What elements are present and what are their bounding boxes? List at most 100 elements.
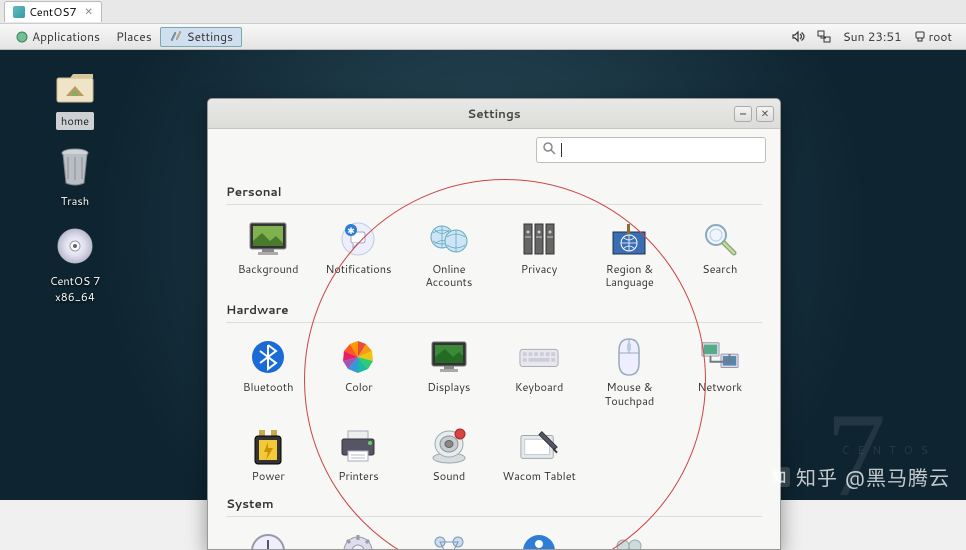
desktop-disc[interactable]: CentOS 7 x86_64 [30,224,120,306]
disc-icon [53,224,97,268]
settings-privacy[interactable]: Privacy [497,215,581,293]
settings-keyboard[interactable]: Keyboard [497,333,581,411]
wallpaper-text: CENTOS [842,442,936,458]
settings-printers[interactable]: Printers [316,422,400,487]
settings-item-label: Region & Language [589,263,669,289]
titlebar[interactable]: Settings – ✕ [208,99,780,129]
printers-icon [338,426,378,466]
section-personal-title: Personal [226,183,762,200]
search-icon [700,219,740,259]
svg-text:✱: ✱ [348,224,356,237]
network-indicator[interactable] [811,30,837,43]
settings-item[interactable] [497,527,581,549]
close-button[interactable]: ✕ [756,106,774,122]
user-indicator[interactable]: root [908,28,958,45]
minimize-button[interactable]: – [734,106,752,122]
sound-icon [429,426,469,466]
color-icon [338,337,378,377]
desktop-trash-label: Trash [56,192,94,210]
keyboard-icon [519,337,559,377]
settings-item[interactable] [316,527,400,549]
background-icon [248,219,288,259]
settings-wacom[interactable]: Wacom Tablet [497,422,581,487]
divider [226,204,762,205]
privacy-icon [519,219,559,259]
settings-sound[interactable]: Sound [407,422,491,487]
watermark: 知 知乎 @黑马腾云 [770,462,950,492]
user-icon [914,31,926,43]
settings-item-label: Background [238,263,299,276]
host-tab-centos[interactable]: CentOS7 ✕ [4,1,102,22]
settings-search[interactable]: Search [678,215,762,293]
close-icon[interactable]: ✕ [85,5,93,19]
displays-icon [429,337,469,377]
top-panel: Applications Places Settings Sun 23:51 r… [0,24,966,50]
bluetooth-icon [248,337,288,377]
settings-online-accounts[interactable]: Online Accounts [407,215,491,293]
settings-background[interactable]: Background [226,215,310,293]
vm-icon [13,6,25,18]
places-menu[interactable]: Places [108,28,160,45]
settings-notifications[interactable]: ✱ Notifications [316,215,400,293]
desktop-trash[interactable]: Trash [30,144,120,210]
wacom-icon [519,426,559,466]
volume-icon [792,30,805,43]
settings-app-icon [169,28,183,46]
activities-icon [16,31,28,43]
applications-label: Applications [32,28,100,45]
settings-item[interactable] [407,527,491,549]
settings-item-label: Notifications [326,263,392,276]
active-app-menu[interactable]: Settings [160,27,242,47]
user-label: root [929,28,952,45]
settings-item-label: Privacy [521,263,557,276]
settings-item-label: Network [698,381,743,394]
settings-power[interactable]: Power [226,422,310,487]
settings-item-label: Bluetooth [243,381,294,394]
applications-menu[interactable]: Applications [8,28,108,45]
settings-content: Personal Background ✱ Notifications Online … [208,171,780,549]
settings-window: Settings – ✕ Personal Background ✱ Notific… [207,98,781,550]
settings-item-label: Wacom Tablet [503,470,576,483]
settings-item[interactable] [587,527,671,549]
watermark-text: 知乎 @黑马腾云 [796,462,950,492]
zhihu-icon: 知 [770,467,790,487]
divider [226,322,762,323]
search-input[interactable] [536,137,766,163]
region-language-icon [609,219,649,259]
settings-item-label: Color [344,381,372,394]
active-app-label: Settings [187,28,233,45]
trash-icon [53,144,97,188]
settings-item-label: Mouse & Touchpad [589,381,669,407]
settings-item-label: Displays [427,381,470,394]
settings-item-label: Sound [432,470,465,483]
online-accounts-icon [429,219,469,259]
settings-region-language[interactable]: Region & Language [587,215,671,293]
window-title: Settings [467,105,520,122]
settings-bluetooth[interactable]: Bluetooth [226,333,310,411]
settings-item-label: Keyboard [515,381,564,394]
desktop-disc-label: CentOS 7 x86_64 [30,272,120,306]
settings-network[interactable]: Network [678,333,762,411]
desktop-home-label: home [56,112,94,130]
settings-item-label: Search [702,263,737,276]
divider [226,516,762,517]
settings-mouse-touchpad[interactable]: Mouse & Touchpad [587,333,671,411]
search-icon [543,142,556,159]
settings-item-label: Online Accounts [409,263,489,289]
desktop-home[interactable]: home [30,64,120,130]
text-caret [561,143,562,157]
power-icon [248,426,288,466]
notifications-icon: ✱ [338,219,378,259]
settings-color[interactable]: Color [316,333,400,411]
network-icon [817,30,831,43]
network-icon [700,337,740,377]
volume-indicator[interactable] [786,30,811,43]
settings-displays[interactable]: Displays [407,333,491,411]
settings-item[interactable] [226,527,310,549]
section-system-title: System [226,495,762,512]
clock[interactable]: Sun 23:51 [837,28,908,45]
settings-item-label: Printers [338,470,378,483]
desktop[interactable]: 7 CENTOS home Trash CentOS 7 x86_64 Sett… [0,50,966,500]
folder-home-icon [53,64,97,108]
host-tab-label: CentOS7 [29,4,77,20]
